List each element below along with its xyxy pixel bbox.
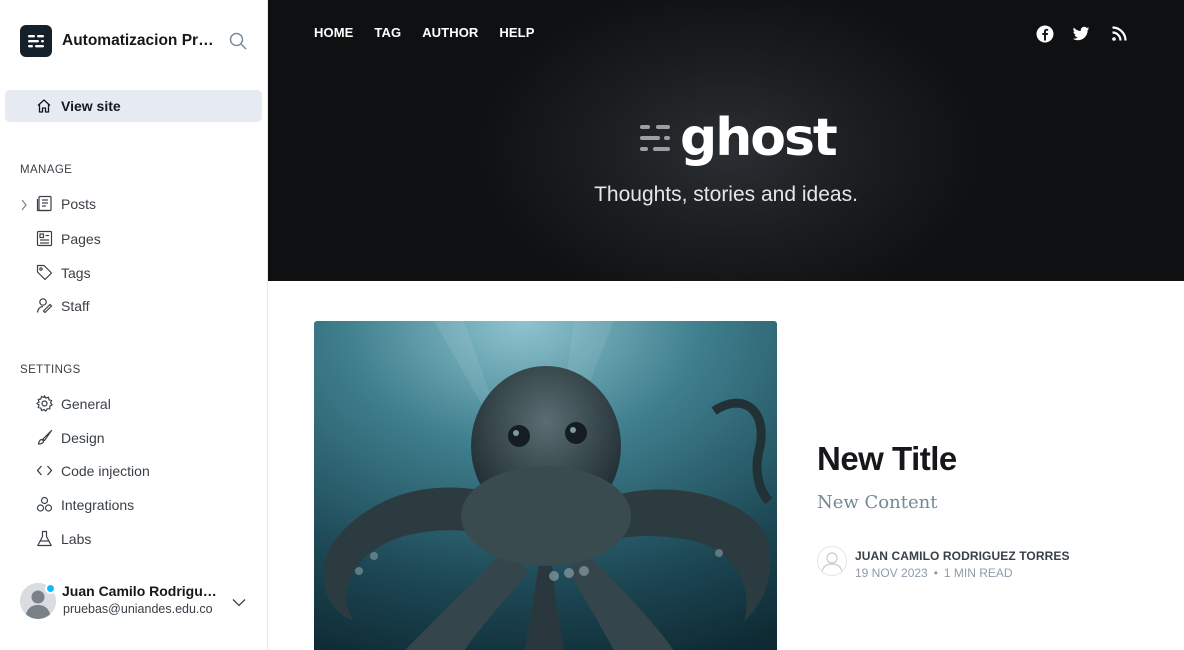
post-author[interactable]: JUAN CAMILO RODRIGUEZ TORRES	[855, 549, 1070, 563]
brush-icon	[36, 429, 53, 451]
sidebar-item-label: Integrations	[61, 497, 135, 513]
sidebar-item-label: Tags	[61, 265, 91, 281]
rss-icon[interactable]	[1110, 25, 1128, 43]
sidebar-item-design[interactable]: Design	[20, 424, 260, 452]
sidebar-item-integrations[interactable]: Integrations	[20, 491, 260, 519]
integrations-icon	[36, 496, 53, 518]
author-avatar-icon[interactable]	[817, 546, 847, 576]
sidebar-item-label: Code injection	[61, 463, 150, 479]
post-title[interactable]: New Title	[817, 440, 957, 478]
site-tagline: Thoughts, stories and ideas.	[594, 183, 858, 206]
pages-icon	[36, 230, 53, 252]
post-feature-image[interactable]	[314, 321, 777, 650]
sidebar-item-posts[interactable]: Posts	[20, 190, 260, 218]
sidebar-item-label: Labs	[61, 531, 92, 547]
post-reading-time: 1 MIN READ	[943, 566, 1013, 580]
staff-icon	[36, 297, 53, 319]
post-excerpt: New Content	[817, 492, 938, 513]
posts-icon	[36, 195, 53, 217]
facebook-icon[interactable]	[1036, 25, 1054, 43]
home-icon	[36, 98, 52, 119]
view-site-label: View site	[61, 98, 121, 114]
chevron-right-icon[interactable]	[20, 198, 28, 216]
sidebar-item-staff[interactable]: Staff	[20, 292, 260, 320]
twitter-icon[interactable]	[1072, 25, 1090, 43]
sidebar-item-labs[interactable]: Labs	[20, 525, 260, 553]
chevron-down-icon[interactable]	[232, 594, 246, 612]
ghost-logo-text: ghost	[680, 108, 838, 168]
status-dot	[45, 583, 56, 594]
site-preview: HOME TAG AUTHOR HELP ghost Thoughts, sto…	[268, 0, 1184, 650]
nav-link-help[interactable]: HELP	[499, 25, 534, 40]
admin-sidebar: Automatizacion Pruebas View site MANAGE …	[0, 0, 268, 650]
user-menu[interactable]: Juan Camilo Rodriguez Torres pruebas@uni…	[20, 582, 260, 622]
search-icon[interactable]	[228, 31, 248, 51]
flask-icon	[36, 530, 53, 552]
sidebar-item-label: Pages	[61, 231, 101, 247]
user-email: pruebas@uniandes.edu.co	[63, 602, 213, 616]
nav-link-tag[interactable]: TAG	[374, 25, 401, 40]
nav-link-home[interactable]: HOME	[314, 25, 353, 40]
site-nav: HOME TAG AUTHOR HELP	[314, 25, 555, 40]
sidebar-item-pages[interactable]: Pages	[20, 225, 260, 253]
settings-heading: SETTINGS	[20, 364, 81, 376]
gear-icon	[36, 394, 53, 417]
site-header: HOME TAG AUTHOR HELP ghost Thoughts, sto…	[268, 0, 1184, 281]
sidebar-item-label: Design	[61, 430, 105, 446]
post-meta: 19 NOV 2023 • 1 MIN READ	[855, 566, 1013, 580]
tag-icon	[36, 264, 53, 286]
nav-link-author[interactable]: AUTHOR	[422, 25, 478, 40]
sidebar-item-label: Staff	[61, 298, 90, 314]
post-date: 19 NOV 2023	[855, 566, 928, 580]
sidebar-item-label: General	[61, 396, 111, 412]
meta-separator: •	[933, 566, 938, 580]
ghost-logo-icon	[20, 25, 52, 57]
sidebar-item-general[interactable]: General	[20, 390, 260, 418]
manage-heading: MANAGE	[20, 164, 73, 176]
sidebar-item-label: Posts	[61, 196, 97, 212]
site-title: Automatizacion Pruebas	[62, 32, 214, 49]
code-icon	[36, 462, 53, 484]
view-site-link[interactable]: View site	[5, 90, 262, 122]
site-brand[interactable]: Automatizacion Pruebas	[20, 25, 214, 57]
ghost-brand-logo[interactable]: ghost	[640, 108, 838, 168]
sidebar-item-code-injection[interactable]: Code injection	[20, 457, 260, 485]
sidebar-item-tags[interactable]: Tags	[20, 259, 260, 287]
ghost-mark-icon	[640, 125, 670, 151]
user-name: Juan Camilo Rodriguez Torres	[62, 583, 220, 599]
